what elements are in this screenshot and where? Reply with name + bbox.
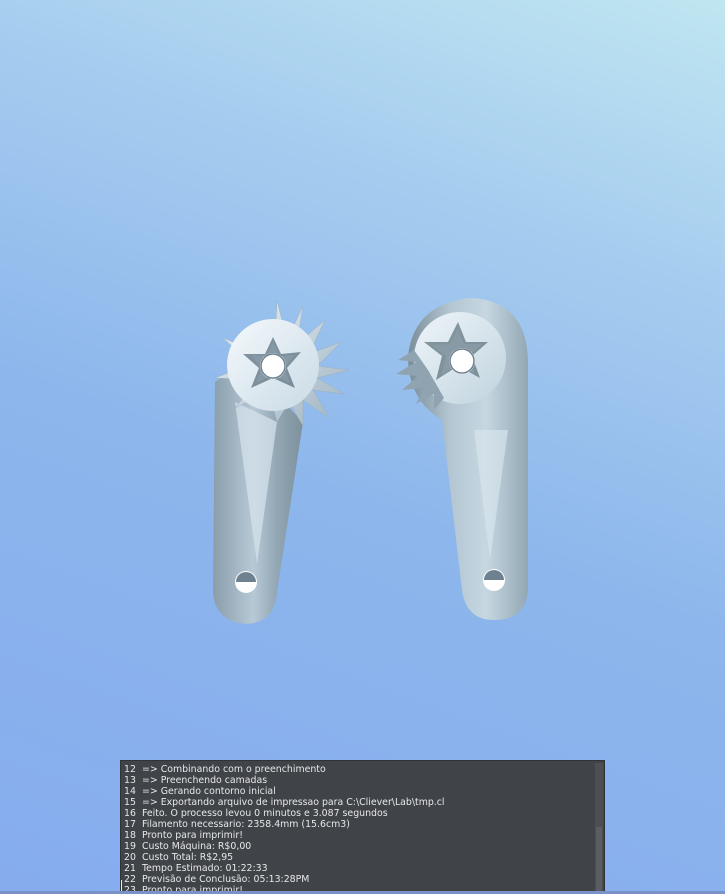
console-line: 15 => Exportando arquivo de impressao par…: [121, 797, 592, 808]
line-number: 17: [124, 819, 136, 830]
model-part-right[interactable]: [388, 290, 538, 630]
console-line: 17 Filamento necessario: 2358.4mm (15.6cm…: [121, 819, 592, 830]
line-text: => Gerando contorno inicial: [142, 786, 276, 797]
line-text: Tempo Estimado: 01:22:33: [142, 863, 268, 874]
line-number: 21: [124, 863, 136, 874]
line-number: 14: [124, 786, 136, 797]
console-log-panel[interactable]: 12 => Combinando com o preenchimento 13 =>…: [120, 760, 605, 894]
console-scrollbar[interactable]: [595, 763, 603, 891]
line-number: 13: [124, 775, 136, 786]
console-lines: 12 => Combinando com o preenchimento 13 =>…: [121, 764, 592, 893]
console-line: 16 Feito. O processo levou 0 minutos e 3.…: [121, 808, 592, 819]
line-text: => Exportando arquivo de impressao para …: [142, 797, 445, 808]
line-text: Custo Máquina: R$0,00: [142, 841, 252, 852]
3d-viewport[interactable]: 12 => Combinando com o preenchimento 13 =>…: [0, 0, 725, 894]
console-line: 12 => Combinando com o preenchimento: [121, 764, 592, 775]
console-line: 18 Pronto para imprimir!: [121, 830, 592, 841]
console-line: 19 Custo Máquina: R$0,00: [121, 841, 592, 852]
text-cursor: [121, 880, 122, 891]
line-number: 15: [124, 797, 136, 808]
line-text: Custo Total: R$2,95: [142, 852, 234, 863]
line-text: Pronto para imprimir!: [142, 830, 243, 841]
line-number: 18: [124, 830, 136, 841]
console-line: 14 => Gerando contorno inicial: [121, 786, 592, 797]
console-line: 21 Tempo Estimado: 01:22:33: [121, 863, 592, 874]
line-number: 19: [124, 841, 136, 852]
line-text: Feito. O processo levou 0 minutos e 3.08…: [142, 808, 388, 819]
line-text: Filamento necessario: 2358.4mm (15.6cm3): [142, 819, 350, 830]
line-number: 20: [124, 852, 136, 863]
console-scroll-thumb[interactable]: [596, 827, 602, 891]
model-part-left[interactable]: [205, 292, 355, 632]
line-number: 12: [124, 764, 136, 775]
line-number: 22: [124, 874, 136, 885]
line-number: 16: [124, 808, 136, 819]
console-line: 20 Custo Total: R$2,95: [121, 852, 592, 863]
line-text: => Combinando com o preenchimento: [142, 764, 326, 775]
line-text: Previsão de Conclusão: 05:13:28PM: [142, 874, 310, 885]
console-line: 22 Previsão de Conclusão: 05:13:28PM: [121, 874, 592, 885]
line-text: => Preenchendo camadas: [142, 775, 268, 786]
console-line: 13 => Preenchendo camadas: [121, 775, 592, 786]
